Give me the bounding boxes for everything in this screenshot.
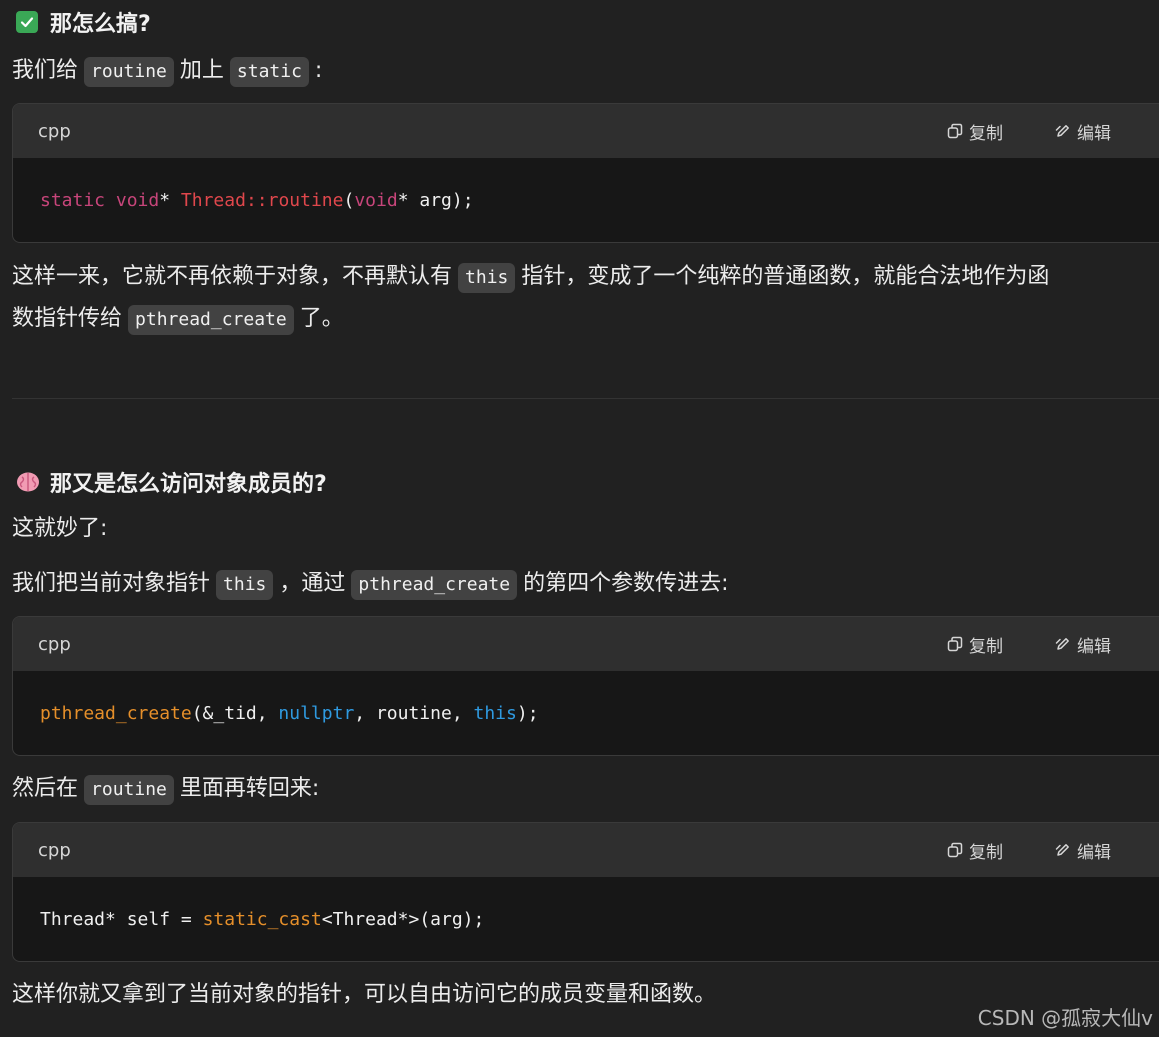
inline-code: this — [458, 263, 516, 293]
code-language-label: cpp — [38, 839, 71, 861]
copy-icon — [947, 636, 963, 652]
section-heading-how: 那怎么搞? — [16, 6, 151, 38]
edit-code-button[interactable]: 编辑 — [1055, 617, 1111, 671]
copy-code-button[interactable]: 复制 — [947, 823, 1003, 877]
text: 加上 — [179, 58, 224, 83]
edit-pencil-icon — [1055, 125, 1069, 137]
edit-pencil-icon — [1055, 844, 1069, 856]
inline-code: routine — [84, 57, 174, 87]
watermark: CSDN @孤寂大仙v — [977, 1006, 1153, 1030]
explanation-paragraph-line2: 数指针传给 pthread_create 了。 — [12, 298, 344, 340]
text: 了。 — [299, 306, 344, 331]
heading-text: 那又是怎么访问对象成员的? — [50, 472, 327, 497]
copy-label: 复制 — [969, 636, 1003, 657]
section-divider — [12, 398, 1159, 399]
code-token: void — [354, 189, 398, 211]
inline-code: routine — [84, 775, 174, 805]
code-header: cpp 复制 编辑 — [13, 617, 1159, 671]
code-language-label: cpp — [38, 120, 71, 142]
code-block-static-routine: cpp 复制 编辑 static void * Thread::routine(v… — [12, 103, 1159, 243]
brain-icon — [16, 471, 40, 493]
intro-paragraph: 我们给 routine 加上 static: — [12, 50, 322, 92]
inline-code: static — [229, 57, 309, 87]
code-header: cpp 复制 编辑 — [13, 104, 1159, 158]
code-token: Thread::routine — [180, 189, 344, 211]
text: 然后在 — [12, 776, 79, 801]
text: 这样一来，它就不再依赖于对象，不再默认有 — [12, 264, 453, 289]
copy-icon — [947, 842, 963, 858]
code-language-label: cpp — [38, 633, 71, 655]
code-token: this — [473, 702, 517, 724]
code-block-static-cast: cpp 复制 编辑 Thread* self = static_cast <Thr… — [12, 822, 1159, 962]
closing-paragraph: 这样你就又拿到了当前对象的指针，可以自由访问它的成员变量和函数。 — [12, 974, 716, 1016]
code-line: pthread_create (&_tid, nullptr, routine, … — [13, 671, 1159, 755]
code-line: Thread* self = static_cast <Thread*>(arg)… — [13, 877, 1159, 961]
text: 我们给 — [12, 58, 79, 83]
text: 数指针传给 — [12, 306, 123, 331]
text: 的第四个参数传进去: — [523, 571, 729, 596]
text: ，通过 — [279, 571, 346, 596]
code-token: pthread_create — [40, 702, 192, 724]
edit-label: 编辑 — [1077, 842, 1111, 863]
check-mark-icon — [16, 11, 38, 33]
section-heading-access-members: 那又是怎么访问对象成员的? — [16, 466, 327, 498]
edit-code-button[interactable]: 编辑 — [1055, 823, 1111, 877]
explanation-paragraph-line1: 这样一来，它就不再依赖于对象，不再默认有 this 指针，变成了一个纯粹的普通函数，… — [12, 256, 1049, 298]
code-token: static_cast — [202, 908, 322, 930]
code-block-pthread-create: cpp 复制 编辑 pthread_create (&_tid, nullptr,… — [12, 616, 1159, 756]
code-token: * arg); — [397, 189, 474, 211]
edit-label: 编辑 — [1077, 123, 1111, 144]
edit-label: 编辑 — [1077, 636, 1111, 657]
paragraph-line: 然后在 routine 里面再转回来: — [12, 768, 319, 810]
edit-pencil-icon — [1055, 638, 1069, 650]
code-token: <Thread*>(arg); — [321, 908, 485, 930]
code-token: ( — [343, 189, 355, 211]
text: 里面再转回来: — [179, 776, 320, 801]
paragraph-line: 我们把当前对象指针 this ，通过 pthread_create 的第四个参数传进去: — [12, 563, 729, 605]
heading-text: 那怎么搞? — [50, 12, 151, 37]
copy-code-button[interactable]: 复制 — [947, 617, 1003, 671]
code-token: nullptr — [278, 702, 355, 724]
code-token: ); — [516, 702, 539, 724]
code-token: void — [115, 189, 160, 211]
code-line: static void * Thread::routine(void * arg); — [13, 158, 1159, 242]
text: : — [314, 58, 323, 83]
inline-code: this — [216, 570, 274, 600]
copy-label: 复制 — [969, 842, 1003, 863]
inline-code: pthread_create — [128, 305, 294, 335]
text: 我们把当前对象指针 — [12, 571, 211, 596]
code-token: Thread* self = — [40, 908, 203, 930]
code-token: (&_tid, — [191, 702, 279, 724]
text: 这就妙了: — [12, 516, 108, 541]
code-header: cpp 复制 编辑 — [13, 823, 1159, 877]
text: 指针，变成了一个纯粹的普通函数，就能合法地作为函 — [521, 264, 1050, 289]
copy-icon — [947, 123, 963, 139]
code-token: * — [159, 189, 181, 211]
code-token: static — [40, 189, 106, 211]
copy-code-button[interactable]: 复制 — [947, 104, 1003, 158]
copy-label: 复制 — [969, 123, 1003, 144]
paragraph-line: 这就妙了: — [12, 508, 107, 550]
edit-code-button[interactable]: 编辑 — [1055, 104, 1111, 158]
inline-code: pthread_create — [351, 570, 518, 600]
text: 这样你就又拿到了当前对象的指针，可以自由访问它的成员变量和函数。 — [12, 982, 717, 1007]
code-token: , routine, — [354, 702, 474, 724]
